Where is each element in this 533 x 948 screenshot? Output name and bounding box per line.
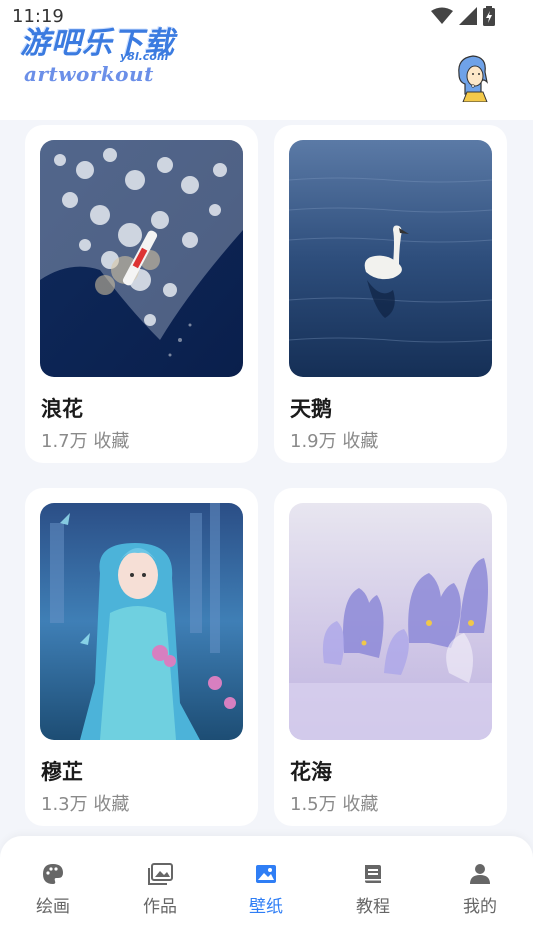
tab-label: 绘画 bbox=[36, 897, 70, 917]
tab-drawing[interactable]: 绘画 bbox=[13, 862, 93, 917]
wallpaper-favorites: 1.3万 收藏 bbox=[41, 794, 130, 815]
palette-icon bbox=[43, 864, 63, 884]
wallpaper-image[interactable] bbox=[289, 503, 492, 740]
wallpaper-card[interactable]: 浪花 1.7万 收藏 bbox=[25, 125, 258, 463]
bottom-tab-bar: 绘画 作品 壁纸 教程 我的 bbox=[0, 836, 533, 948]
book-icon bbox=[365, 865, 381, 883]
status-icons bbox=[431, 6, 495, 26]
tab-label: 作品 bbox=[143, 897, 177, 917]
image-icon bbox=[256, 865, 276, 883]
tab-wallpaper[interactable]: 壁纸 bbox=[226, 862, 306, 917]
watermark: 游吧乐下载 y8l.com bbox=[20, 18, 175, 63]
tab-mine[interactable]: 我的 bbox=[440, 862, 520, 917]
wallpaper-card[interactable]: 花海 1.5万 收藏 bbox=[274, 488, 507, 826]
gallery-icon bbox=[148, 863, 173, 885]
wallpaper-favorites: 1.5万 收藏 bbox=[290, 794, 379, 815]
wallpaper-title: 穆芷 bbox=[41, 760, 83, 784]
wallpaper-image[interactable] bbox=[40, 140, 243, 377]
wallpaper-title: 浪花 bbox=[41, 397, 83, 421]
avatar[interactable] bbox=[453, 52, 493, 102]
tab-tutorial[interactable]: 教程 bbox=[333, 862, 413, 917]
tab-works[interactable]: 作品 bbox=[120, 862, 200, 917]
top-header: 11:19 游吧乐下载 y8l.com artworkout bbox=[0, 0, 533, 120]
person-icon bbox=[470, 864, 490, 884]
wallpaper-image[interactable] bbox=[289, 140, 492, 377]
wallpaper-favorites: 1.9万 收藏 bbox=[290, 431, 379, 452]
signal-icon bbox=[459, 7, 477, 25]
tab-label: 教程 bbox=[356, 897, 390, 917]
wifi-icon bbox=[431, 7, 453, 24]
wallpaper-favorites: 1.7万 收藏 bbox=[41, 431, 130, 452]
tab-label: 我的 bbox=[463, 897, 497, 917]
wallpaper-title: 花海 bbox=[290, 760, 332, 784]
wallpaper-title: 天鹅 bbox=[290, 397, 332, 421]
wallpaper-image[interactable] bbox=[40, 503, 243, 740]
battery-icon bbox=[483, 6, 495, 26]
wallpaper-card[interactable]: 穆芷 1.3万 收藏 bbox=[25, 488, 258, 826]
app-logo: artworkout bbox=[24, 62, 154, 86]
wallpaper-card[interactable]: 天鹅 1.9万 收藏 bbox=[274, 125, 507, 463]
tab-label: 壁纸 bbox=[249, 897, 283, 917]
